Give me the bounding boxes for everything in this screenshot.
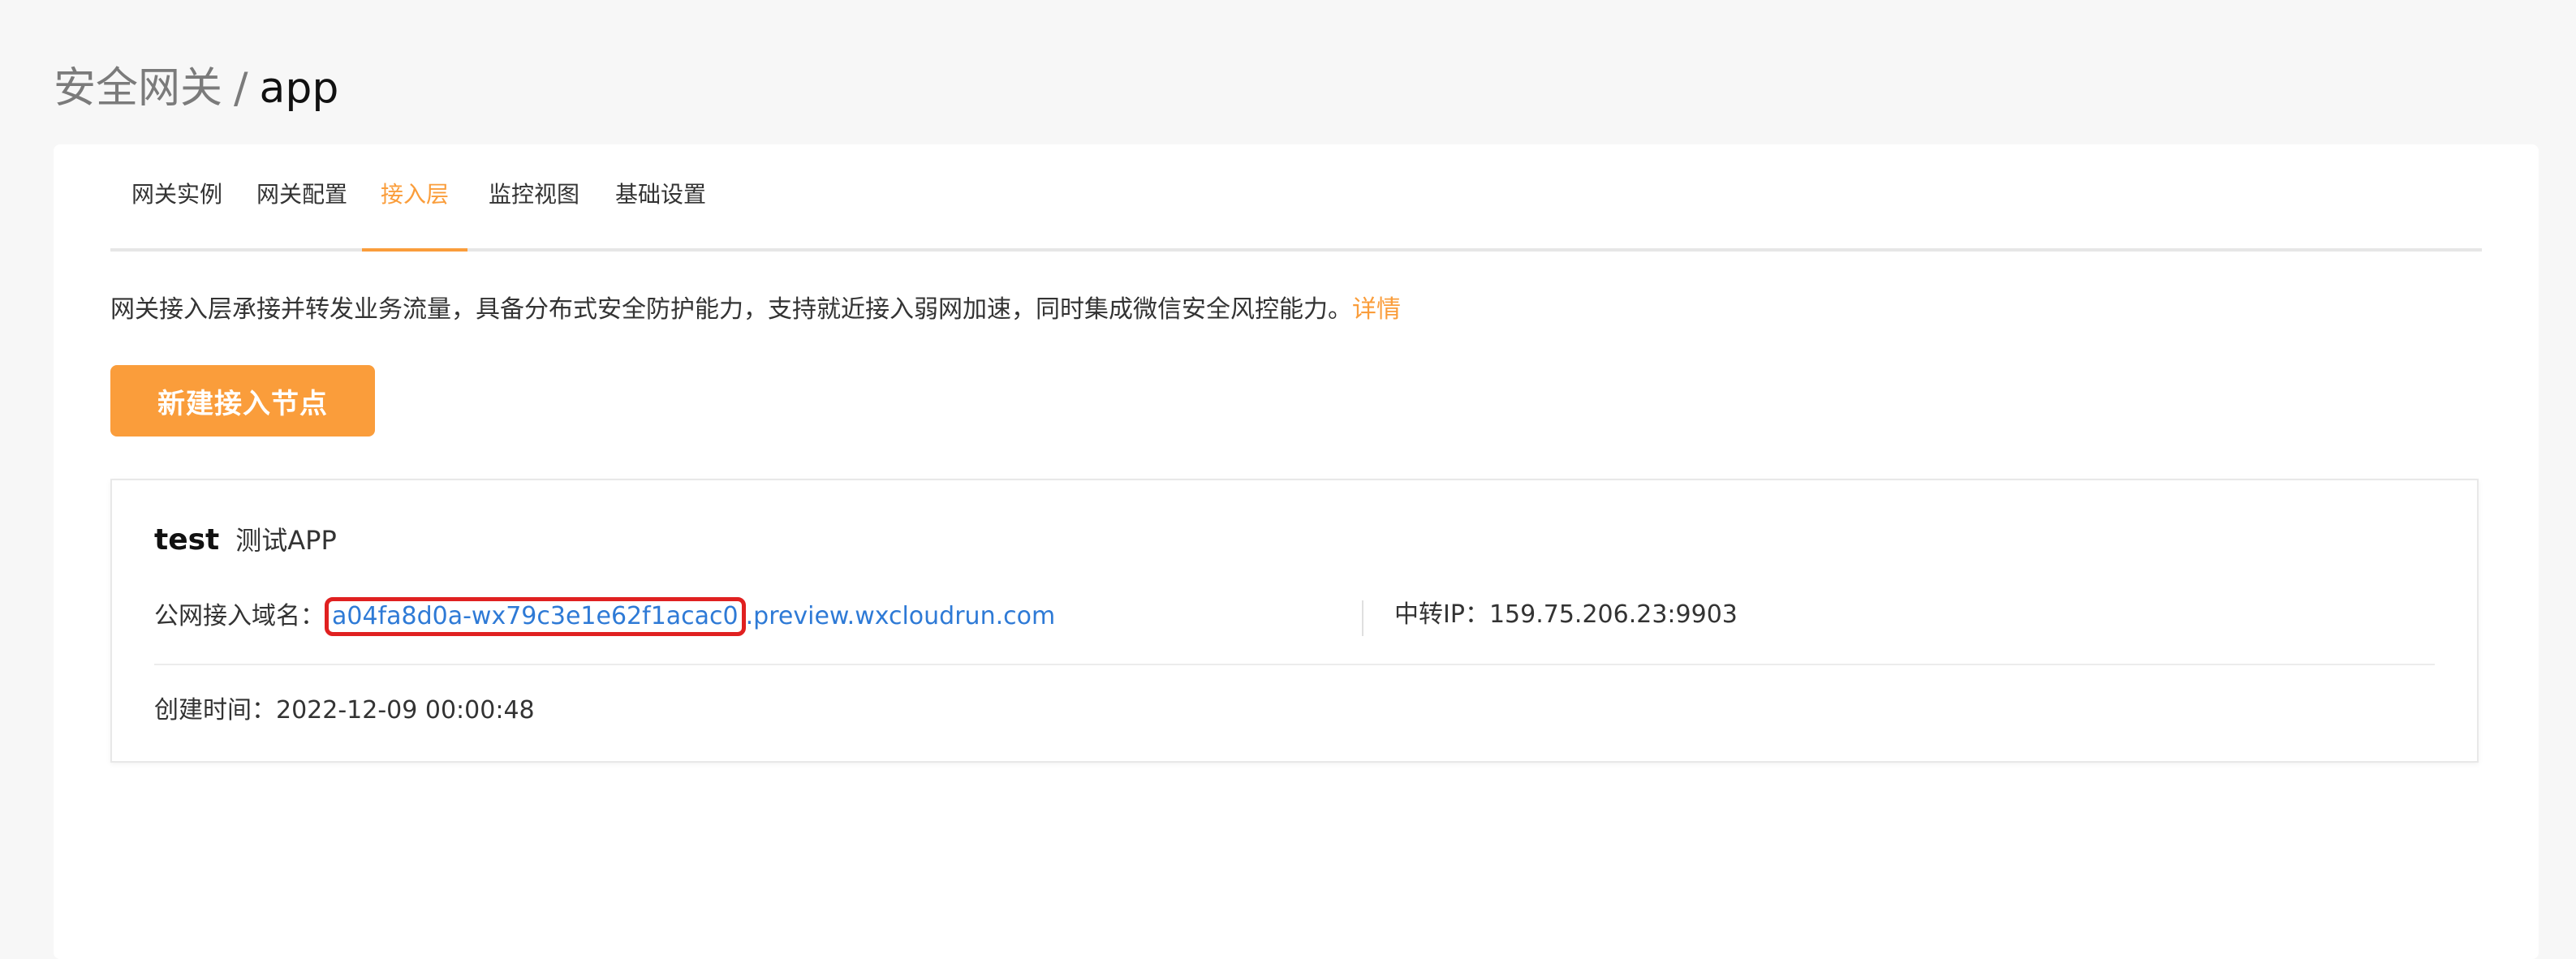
row-divider: [154, 664, 2435, 665]
relay-ip-value: 159.75.206.23:9903: [1488, 600, 1738, 629]
node-title: test 测试APP: [154, 521, 337, 560]
details-link[interactable]: 详情: [1352, 295, 1401, 324]
breadcrumb-current: app: [259, 64, 339, 113]
tab-gateway-instance[interactable]: 网关实例: [131, 144, 222, 248]
tab-bar: 网关实例 网关配置 接入层 监控视图 基础设置: [110, 144, 2482, 252]
tab-gateway-config[interactable]: 网关配置: [256, 144, 347, 248]
created-time-row: 创建时间：2022-12-09 00:00:48: [154, 693, 535, 729]
domain-label: 公网接入域名：: [154, 602, 325, 630]
create-access-node-button[interactable]: 新建接入节点: [110, 365, 375, 436]
node-name: test: [154, 523, 220, 557]
node-subtitle: 测试APP: [235, 525, 337, 556]
tab-monitoring-view[interactable]: 监控视图: [489, 144, 579, 248]
tab-access-layer[interactable]: 接入层: [362, 144, 467, 252]
breadcrumb: 安全网关 / app: [54, 60, 338, 117]
breadcrumb-parent[interactable]: 安全网关: [54, 64, 222, 113]
relay-ip-label: 中转IP：: [1394, 600, 1489, 629]
created-time-value: 2022-12-09 00:00:48: [276, 696, 535, 725]
created-time-label: 创建时间：: [154, 696, 276, 725]
breadcrumb-separator: /: [234, 64, 248, 113]
domain-row: 公网接入域名： a04fa8d0a-wx79c3e1e62f1acac0 .prev…: [154, 597, 1055, 636]
domain-prefix-highlight: a04fa8d0a-wx79c3e1e62f1acac0: [325, 597, 746, 636]
access-node-card: test 测试APP 公网接入域名： a04fa8d0a-wx79c3e1e62f1…: [110, 479, 2479, 763]
domain-suffix: .preview.wxcloudrun.com: [745, 602, 1056, 630]
tab-basic-settings[interactable]: 基础设置: [615, 144, 706, 248]
field-divider: [1362, 600, 1363, 636]
access-layer-description: 网关接入层承接并转发业务流量，具备分布式安全防护能力，支持就近接入弱网加速，同时…: [110, 292, 1401, 328]
main-panel: 网关实例 网关配置 接入层 监控视图 基础设置 网关接入层承接并转发业务流量，具…: [54, 144, 2539, 959]
relay-ip-row: 中转IP：159.75.206.23:9903: [1394, 597, 1738, 633]
description-text: 网关接入层承接并转发业务流量，具备分布式安全防护能力，支持就近接入弱网加速，同时…: [110, 295, 1352, 324]
domain-link[interactable]: a04fa8d0a-wx79c3e1e62f1acac0 .preview.wxc…: [325, 597, 1056, 636]
